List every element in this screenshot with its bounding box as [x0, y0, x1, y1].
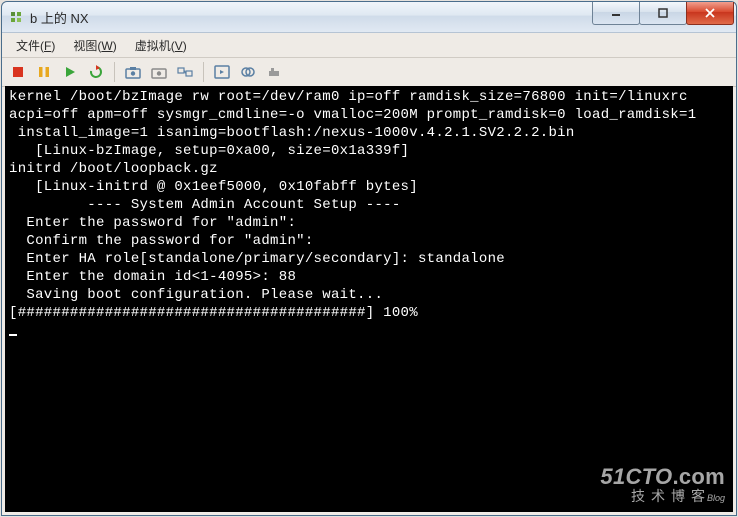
menu-file[interactable]: 文件(F)	[8, 35, 65, 56]
stop-button[interactable]	[6, 61, 30, 83]
terminal-line: Enter HA role[standalone/primary/seconda…	[9, 250, 729, 268]
maximize-button[interactable]	[639, 2, 687, 25]
terminal-line: Saving boot configuration. Please wait..…	[9, 286, 729, 304]
menu-view[interactable]: 视图(W)	[65, 35, 126, 56]
fullscreen-button[interactable]	[210, 61, 234, 83]
terminal-line: initrd /boot/loopback.gz	[9, 160, 729, 178]
settings-icon[interactable]	[262, 61, 286, 83]
terminal-console[interactable]: kernel /boot/bzImage rw root=/dev/ram0 i…	[5, 86, 733, 512]
pause-button[interactable]	[32, 61, 56, 83]
terminal-line: Enter the domain id<1-4095>: 88	[9, 268, 729, 286]
window-title: b 上的 NX	[30, 8, 593, 27]
titlebar: b 上的 NX	[2, 2, 736, 33]
terminal-line: ---- System Admin Account Setup ----	[9, 196, 729, 214]
menubar: 文件(F) 视图(W) 虚拟机(V)	[2, 33, 736, 58]
snapshot-revert-icon[interactable]	[147, 61, 171, 83]
vmware-icon	[8, 9, 24, 25]
cursor-icon	[9, 322, 17, 336]
terminal-line: [Linux-initrd @ 0x1eef5000, 0x10fabff by…	[9, 178, 729, 196]
snapshot-take-icon[interactable]	[121, 61, 145, 83]
app-window: b 上的 NX 文件(F) 视图(W) 虚拟机(V)	[1, 1, 737, 516]
terminal-line: [Linux-bzImage, setup=0xa00, size=0x1a33…	[9, 142, 729, 160]
terminal-line: Confirm the password for "admin":	[9, 232, 729, 250]
terminal-cursor-line	[9, 322, 729, 342]
toolbar-separator	[114, 62, 115, 82]
terminal-line: acpi=off apm=off sysmgr_cmdline=-o vmall…	[9, 106, 729, 124]
snapshot-manager-icon[interactable]	[173, 61, 197, 83]
terminal-line: kernel /boot/bzImage rw root=/dev/ram0 i…	[9, 88, 729, 106]
close-button[interactable]	[686, 2, 734, 25]
toolbar-separator	[203, 62, 204, 82]
terminal-line: Enter the password for "admin":	[9, 214, 729, 232]
play-button[interactable]	[58, 61, 82, 83]
terminal-line: [#######################################…	[9, 304, 729, 322]
minimize-button[interactable]	[592, 2, 640, 25]
toolbar	[2, 58, 736, 87]
menu-vm[interactable]: 虚拟机(V)	[127, 35, 197, 56]
restart-button[interactable]	[84, 61, 108, 83]
watermark: 51CTO.com 技术博客Blog	[600, 466, 725, 506]
terminal-line: install_image=1 isanimg=bootflash:/nexus…	[9, 124, 729, 142]
unity-button[interactable]	[236, 61, 260, 83]
